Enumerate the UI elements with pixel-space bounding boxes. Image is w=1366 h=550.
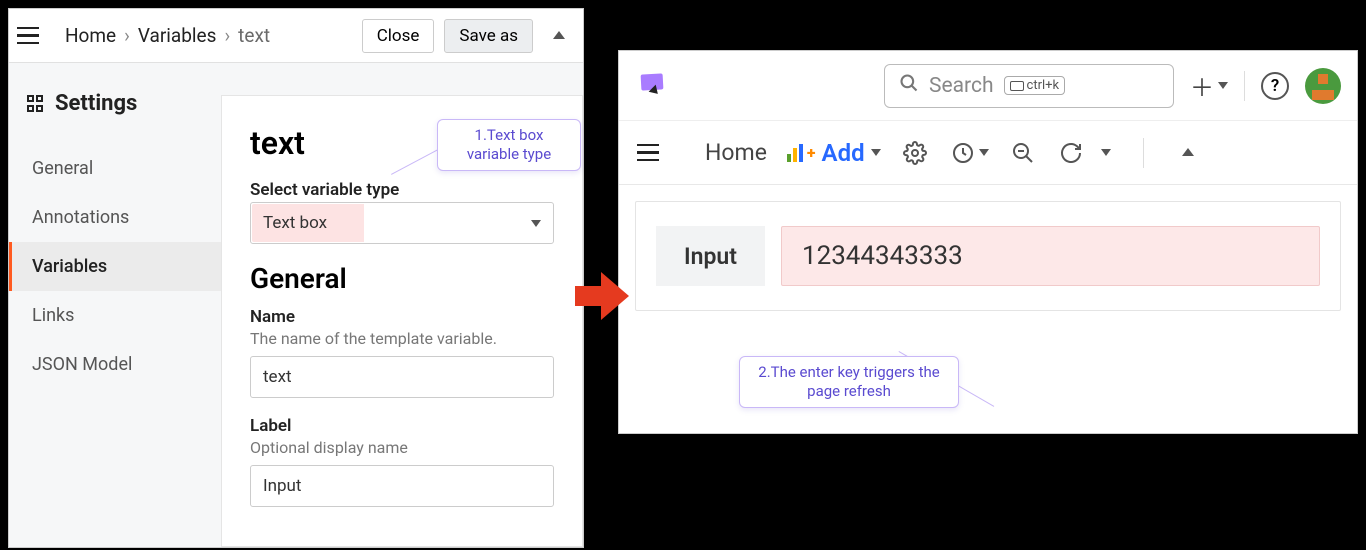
topbar-actions: Close Save as	[362, 19, 575, 53]
variable-text-input[interactable]	[781, 226, 1320, 286]
sidebar-item-annotations[interactable]: Annotations	[9, 193, 221, 242]
add-panel-button[interactable]: + Add	[787, 139, 881, 167]
settings-button[interactable]	[901, 139, 929, 167]
arrow-right-icon	[575, 272, 629, 320]
menu-icon[interactable]	[17, 21, 47, 51]
breadcrumb-sep: ›	[224, 24, 230, 47]
chevron-up-icon	[1182, 148, 1194, 156]
breadcrumb-home[interactable]: Home	[705, 139, 767, 166]
settings-sidebar: Settings General Annotations Variables L…	[9, 63, 221, 547]
settings-title: Settings	[9, 91, 221, 144]
settings-nav: General Annotations Variables Links JSON…	[9, 144, 221, 389]
variable-row: Input	[656, 226, 1320, 286]
collapse-toggle[interactable]	[1174, 139, 1202, 167]
app-logo[interactable]	[635, 70, 671, 102]
breadcrumb-variables[interactable]: Variables	[138, 24, 217, 47]
search-icon	[899, 73, 919, 99]
chart-icon	[787, 144, 803, 162]
chevron-down-icon	[871, 149, 881, 156]
collapse-toggle[interactable]	[543, 32, 575, 40]
search-input[interactable]: Search ctrl+k	[884, 64, 1174, 108]
label-help: Optional display name	[250, 438, 554, 457]
field-variable-type: Select variable type Text box	[250, 180, 554, 244]
variable-name-label: Input	[656, 226, 765, 286]
clock-icon	[949, 139, 977, 167]
dashboard-window: Search ctrl+k ＋ ? Home + Add	[618, 50, 1358, 434]
chevron-down-icon	[1218, 82, 1228, 89]
refresh-icon	[1057, 139, 1085, 167]
global-header: Search ctrl+k ＋ ?	[619, 51, 1357, 121]
label-input[interactable]	[250, 465, 554, 507]
sidebar-item-links[interactable]: Links	[9, 291, 221, 340]
user-avatar[interactable]	[1305, 68, 1341, 104]
name-help: The name of the template variable.	[250, 329, 554, 348]
sidebar-item-json-model[interactable]: JSON Model	[9, 340, 221, 389]
topbar: Home › Variables › text Close Save as	[9, 9, 583, 63]
field-name: Name The name of the template variable.	[250, 307, 554, 398]
sidebar-item-general[interactable]: General	[9, 144, 221, 193]
sidebar-item-variables[interactable]: Variables	[9, 242, 221, 291]
divider	[1244, 71, 1245, 101]
variable-editor-window: Home › Variables › text Close Save as Se…	[8, 8, 584, 548]
plus-icon: +	[807, 143, 816, 162]
chevron-down-icon	[1101, 149, 1111, 156]
name-label: Name	[250, 307, 554, 327]
chevron-down-icon	[531, 220, 541, 227]
name-input[interactable]	[250, 356, 554, 398]
save-as-button[interactable]: Save as	[444, 19, 533, 53]
variable-type-label: Select variable type	[250, 180, 554, 200]
breadcrumb: Home › Variables › text	[65, 24, 362, 47]
menu-icon[interactable]	[637, 138, 667, 168]
help-button[interactable]: ?	[1261, 72, 1289, 100]
search-placeholder: Search	[929, 74, 994, 98]
refresh-button[interactable]	[1057, 139, 1111, 167]
chevron-up-icon	[553, 31, 565, 39]
variable-type-value: Text box	[263, 213, 327, 233]
field-label: Label Optional display name	[250, 416, 554, 507]
add-label: Add	[822, 139, 865, 167]
label-label: Label	[250, 416, 554, 436]
variable-type-select[interactable]: Text box	[250, 202, 554, 244]
shortcut-hint: ctrl+k	[1004, 76, 1066, 95]
shortcut-text: ctrl+k	[1027, 78, 1060, 93]
settings-title-text: Settings	[55, 91, 137, 116]
breadcrumb-sep: ›	[124, 24, 130, 47]
breadcrumb-current: text	[238, 24, 270, 47]
grid-icon	[27, 95, 45, 113]
keyboard-icon	[1010, 81, 1024, 91]
dashboard-body: Input	[635, 201, 1341, 311]
time-picker[interactable]	[949, 139, 989, 167]
chevron-down-icon	[979, 149, 989, 156]
general-section-heading: General	[250, 262, 554, 295]
divider	[1143, 138, 1144, 168]
annotation-callout-2: 2.The enter key triggers the page refres…	[739, 356, 959, 408]
new-button[interactable]: ＋	[1190, 68, 1228, 103]
breadcrumb-home[interactable]: Home	[65, 24, 116, 47]
close-button[interactable]: Close	[362, 19, 435, 53]
zoom-out-button[interactable]	[1009, 139, 1037, 167]
dashboard-toolbar: Home + Add	[619, 121, 1357, 185]
annotation-callout-1: 1.Text box variable type	[437, 119, 581, 171]
